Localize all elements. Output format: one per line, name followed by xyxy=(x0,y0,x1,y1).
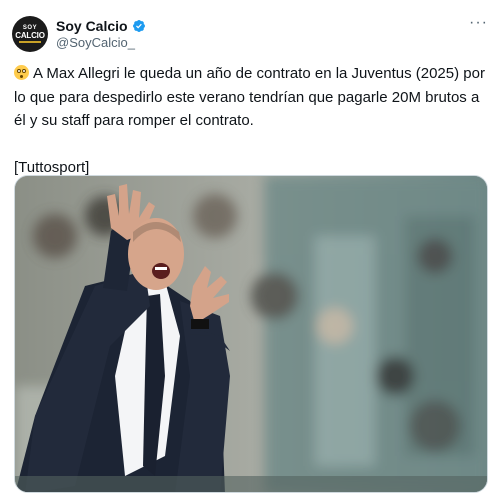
more-options-icon[interactable]: ··· xyxy=(469,14,488,32)
tweet-photo[interactable] xyxy=(14,175,488,493)
coach-photo-image xyxy=(15,176,487,492)
avatar-accent-bar xyxy=(19,41,41,43)
author-name[interactable]: Soy Calcio xyxy=(56,18,128,34)
tweet-card: SOY CALCIO Soy Calcio @SoyCalcio_ ··· A … xyxy=(0,0,500,500)
author-name-row: Soy Calcio xyxy=(56,17,146,35)
verified-badge-icon xyxy=(132,20,145,32)
author-handle[interactable]: @SoyCalcio_ xyxy=(56,35,135,50)
avatar-text-bottom: CALCIO xyxy=(15,31,45,40)
flushed-face-emoji-icon xyxy=(14,65,29,80)
tweet-body: A Max Allegri le queda un año de contrat… xyxy=(14,65,485,129)
tweet-text: A Max Allegri le queda un año de contrat… xyxy=(14,62,486,179)
avatar[interactable]: SOY CALCIO xyxy=(12,16,48,52)
